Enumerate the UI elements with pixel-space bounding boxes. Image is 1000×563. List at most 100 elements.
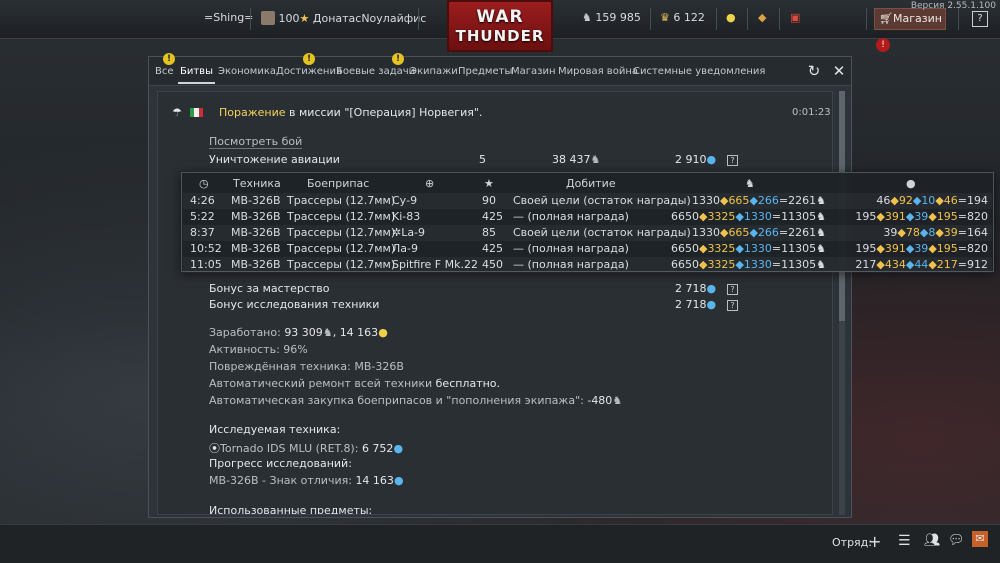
research-points-icon: ● [393, 474, 404, 487]
tab-economy[interactable]: Экономика [218, 66, 276, 77]
tab-items[interactable]: Предметы [458, 66, 512, 77]
col-ammo: Боеприпас [307, 177, 370, 190]
research-points-icon: ● [906, 177, 916, 190]
kill-vehicle: MB-326B [231, 258, 281, 271]
help-icon[interactable]: ? [727, 282, 738, 295]
research-points-icon: ● [706, 298, 717, 311]
kill-target: Су-9 [392, 194, 418, 207]
kill-finish: Своей цели (остаток награды) [513, 194, 691, 207]
kill-target: ✲La-9 [392, 226, 426, 239]
silver-lions-icon: ♞ [612, 394, 623, 407]
divider [958, 8, 959, 30]
result-defeat: Поражение [219, 106, 286, 119]
kill-ammo: Трассеры (12.7мм) [287, 226, 396, 239]
coupon-icon[interactable]: ▣ [790, 11, 800, 24]
chat-icon[interactable]: 💬︎ [948, 533, 965, 548]
help-icon[interactable]: ? [727, 298, 738, 311]
tab-achievements[interactable]: Достижения [276, 66, 342, 77]
silver-lions-balance[interactable]: ♞ 159 985 [582, 11, 641, 24]
notification-badge-icon: ! [392, 53, 404, 65]
tab-battles[interactable]: Битвы [178, 66, 215, 84]
earned-sl: 93 309 [284, 326, 323, 339]
tab-system-notifications[interactable]: Системные уведомления [633, 66, 765, 77]
battle-report: ☂ Поражение в миссии "[Операция] Норвеги… [157, 91, 833, 515]
premium-bulb-icon[interactable]: ● [726, 11, 736, 24]
refresh-icon[interactable]: ↻ [806, 63, 822, 79]
logo-line1: WAR [476, 7, 524, 27]
progress-label: Прогресс исследований: [209, 457, 352, 470]
tab-bar: Все Битвы Экономика Достижения Боевые за… [149, 53, 851, 86]
golden-eagle-icon: ♛ [660, 11, 670, 24]
kill-points: 85 [482, 226, 496, 239]
damaged-vehicles-text: Повреждённая техника: MB-326B [209, 360, 404, 373]
golden-eagles-balance[interactable]: ♛ 6 122 [660, 11, 705, 24]
golden-eagles-value: 6 122 [673, 11, 705, 24]
divider [418, 8, 419, 30]
bulb-icon: ● [378, 326, 388, 339]
research-points-icon: ● [706, 282, 717, 295]
kill-target: Ла-9 [392, 242, 418, 255]
mastery-bonus-label: Бонус за мастерство [209, 282, 330, 295]
kill-vehicle: MB-326B [231, 210, 281, 223]
mail-icon[interactable]: ✉ [972, 531, 988, 547]
kill-points: 450 [482, 258, 503, 271]
add-squad-icon[interactable]: + [868, 532, 881, 551]
list-icon[interactable]: ☰ [898, 533, 911, 549]
silver-lions-icon: ♞ [582, 11, 592, 24]
kill-finish: Своей цели (остаток награды) [513, 226, 691, 239]
kill-time: 8:37 [190, 226, 215, 239]
aircraft-destroyed-sl: 38 437♞ [552, 153, 601, 166]
kill-silver-lions: 6650◆3325◆1330=11305♞ [670, 258, 826, 271]
auto-repair-text: Автоматический ремонт всей техники беспл… [209, 377, 501, 390]
cart-icon: 🛒︎ [879, 12, 893, 25]
notifications-dialog: Все Битвы Экономика Достижения Боевые за… [148, 53, 852, 518]
shop-button[interactable]: 🛒︎ Магазин [874, 8, 946, 30]
kill-row: 10:52 MB-326B Трассеры (12.7мм) Ла-9 425 — (п… [183, 241, 992, 257]
silver-lions-icon: ♞ [590, 153, 601, 166]
researched-vehicle: ⦿Tornado IDS MLU (RET.8): 6 752● [209, 442, 404, 455]
earned-label: Заработано: [209, 326, 281, 339]
col-finish: Добитие [566, 177, 616, 190]
kill-research-points: 39◆78◆8◆39=164 [883, 226, 988, 239]
research-bonus-rp: 2 718● [675, 298, 717, 311]
help-button[interactable]: ? [972, 11, 988, 27]
clock-icon: ◷ [199, 177, 209, 190]
used-items-label: Использованные предметы: [209, 504, 373, 515]
kill-target: Ki-83 [392, 210, 421, 223]
help-icon[interactable]: ? [727, 153, 738, 166]
kill-finish: — (полная награда) [513, 210, 629, 223]
battle-result: Поражение в миссии "[Операция] Норвегия"… [219, 106, 482, 119]
tab-crews[interactable]: Экипажи [410, 66, 458, 77]
player-title: ДонатасNоулайфис [312, 12, 427, 25]
kills-tooltip-table: ◷ Техника Боеприпас ⊕ ★ Добитие ♞ ● 4:26… [181, 172, 994, 273]
avatar[interactable]: 100★ ДонатасNоулайфис [261, 11, 426, 25]
divider [650, 8, 651, 30]
close-icon[interactable]: ✕ [831, 63, 847, 79]
view-battle-link[interactable]: Посмотреть бой [209, 135, 303, 149]
notification-badge-icon: ! [303, 53, 315, 65]
kill-points: 425 [482, 242, 503, 255]
kill-target: Spitfire F Mk.22 [392, 258, 478, 271]
research-points-icon: ● [393, 442, 404, 455]
kill-silver-lions: 1330◆665◆266=2261♞ [691, 226, 826, 239]
kill-row: 5:22 MB-326B Трассеры (12.7мм) Ki-83 425 — (п… [183, 209, 992, 225]
warbonds-icon[interactable]: ◆ [758, 11, 766, 24]
progress-vehicle: MB-326B - Знак отличия: 14 163● [209, 474, 404, 487]
crosshair-icon: ⊕ [425, 177, 435, 190]
kill-research-points: 46◆92◆10◆46=194 [876, 194, 988, 207]
earned-rp: 14 163 [339, 326, 379, 339]
tab-world-war[interactable]: Мировая война [558, 66, 638, 77]
research-points-icon: ● [706, 153, 717, 166]
player-nickname[interactable]: =Shing= [204, 11, 253, 24]
version-label: Версия 2.55.1.100 [910, 1, 996, 11]
aircraft-destroyed-label: Уничтожение авиации [209, 153, 340, 166]
player-level: 100 [278, 12, 300, 25]
silver-lions-icon: ♞ [322, 326, 333, 339]
tab-all[interactable]: Все [155, 66, 174, 77]
tab-shop[interactable]: Магазин [511, 66, 556, 77]
tab-battle-tasks[interactable]: Боевые задачи [336, 66, 415, 77]
kill-time: 5:22 [190, 210, 215, 223]
shop-warning-icon[interactable]: ! [876, 38, 890, 52]
contacts-icon[interactable]: 👥︎ [924, 533, 941, 548]
divider [250, 8, 251, 30]
